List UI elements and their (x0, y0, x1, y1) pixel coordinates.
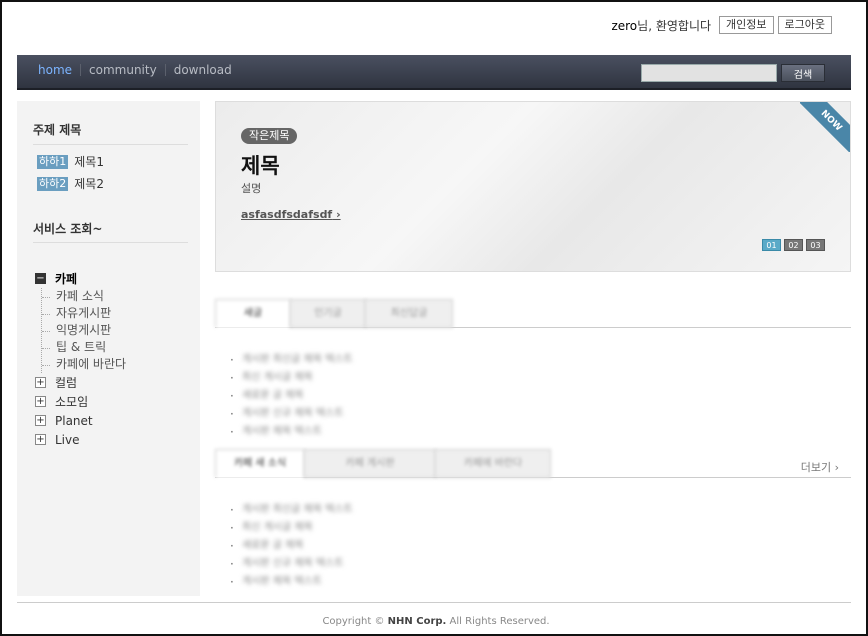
nav-item-community[interactable]: community (80, 64, 165, 76)
footer: Copyright © NHN Corp. All Rights Reserve… (2, 616, 868, 627)
list-item-text: 새로운 글 제목 (242, 540, 304, 551)
tab-cafe-news[interactable]: 카페 새 소식 (215, 449, 305, 478)
logout-button[interactable]: 로그아웃 (777, 16, 832, 34)
list-item-text: 게시판 제목 텍스트 (242, 576, 322, 587)
tree-children: 카페 소식 자유게시판 익명게시판 팁 & 트릭 카페에 바란다 (41, 288, 126, 373)
pager-item-2[interactable]: 02 (784, 239, 803, 251)
post-list-2: 게시판 최신글 제목 텍스트 최신 게시글 제목 새로운 글 제목 게시판 신규… (230, 501, 353, 591)
tree-child[interactable]: 카페 소식 (42, 288, 126, 305)
topic-title: 주제 제목 (33, 123, 82, 137)
list-item[interactable]: 최신 게시글 제목 (230, 519, 353, 537)
list-item-text: 게시판 제목 텍스트 (242, 426, 322, 437)
copyright-text: Copyright © (322, 616, 388, 627)
tab-cafe-request[interactable]: 카페에 바란다 (435, 449, 551, 478)
list-item-text: 게시판 최신글 제목 텍스트 (242, 354, 353, 365)
tree-child[interactable]: 팁 & 트릭 (42, 339, 126, 356)
nav-item-download[interactable]: download (164, 64, 240, 76)
list-item[interactable]: 새로운 글 제목 (230, 537, 353, 555)
tree-node-label: 컬럼 (55, 376, 78, 390)
list-item[interactable]: 게시판 최신글 제목 텍스트 (230, 351, 353, 369)
collapse-icon[interactable]: − (35, 273, 46, 284)
list-item[interactable]: 게시판 신규 제목 텍스트 (230, 555, 353, 573)
list-item-text: 새로운 글 제목 (242, 390, 304, 401)
topic-badge: 하하2 (37, 176, 69, 191)
tab-new[interactable]: 새글 (215, 299, 291, 328)
sidebar: 주제 제목 하하1 제목1 하하2 제목2 서비스 조회~ − 카페 카페 소식… (17, 101, 200, 596)
banner-description: 설명 (241, 182, 262, 195)
service-title: 서비스 조회~ (33, 222, 103, 236)
topic-item-1[interactable]: 하하1 제목1 (37, 153, 104, 170)
topic-item-2[interactable]: 하하2 제목2 (37, 175, 104, 192)
expand-icon[interactable]: + (35, 415, 46, 426)
banner-pager: 01 02 03 (762, 239, 825, 251)
ribbon-label: NOW (818, 108, 844, 134)
tree-child[interactable]: 자유게시판 (42, 305, 126, 322)
divider (33, 242, 188, 243)
list-item[interactable]: 게시판 신규 제목 텍스트 (230, 405, 353, 423)
more-link[interactable]: 더보기 › (801, 459, 839, 475)
expand-icon[interactable]: + (35, 396, 46, 407)
list-item[interactable]: 게시판 제목 텍스트 (230, 573, 353, 591)
topic-label: 제목1 (74, 155, 104, 169)
tab-group-1: 새글 인기글 최신답글 (215, 299, 851, 328)
tab-group-2: 카페 새 소식 카페 게시판 카페에 바란다 더보기 › (215, 449, 851, 478)
tree-child[interactable]: 익명게시판 (42, 322, 126, 339)
page-frame: zero님, 환영합니다 개인정보 로그아웃 home community do… (0, 0, 868, 636)
tree-node-label: Live (55, 432, 80, 447)
pager-item-3[interactable]: 03 (806, 239, 825, 251)
topic-badge: 하하1 (37, 154, 69, 169)
list-item[interactable]: 게시판 제목 텍스트 (230, 423, 353, 441)
tree-node-label: 카페 (55, 272, 78, 286)
tab-cafe-board[interactable]: 카페 게시판 (304, 449, 436, 478)
greeting: 님, 환영합니다 (637, 18, 712, 33)
nav-menu: home community download (38, 64, 240, 76)
username: zero (611, 18, 638, 33)
profile-button[interactable]: 개인정보 (719, 16, 774, 34)
banner-subtitle-pill: 작은제목 (241, 128, 298, 144)
tree-node-group[interactable]: + 소모임 (35, 392, 126, 411)
footer-divider (17, 602, 851, 603)
divider (33, 144, 188, 145)
expand-icon[interactable]: + (35, 377, 46, 388)
now-ribbon: NOW (800, 102, 850, 152)
tree-node-cafe[interactable]: − 카페 (35, 269, 126, 288)
list-item-text: 게시판 최신글 제목 텍스트 (242, 504, 353, 515)
tree-node-label: Planet (55, 413, 93, 428)
featured-banner: 작은제목 제목 설명 asfasdfsdafsdf › NOW 01 02 03 (215, 101, 851, 272)
topic-label: 제목2 (74, 177, 104, 191)
company-name: NHN Corp. (387, 616, 447, 627)
expand-icon[interactable]: + (35, 434, 46, 445)
list-item[interactable]: 새로운 글 제목 (230, 387, 353, 405)
tab-recent-reply[interactable]: 최신답글 (365, 299, 453, 328)
post-list-1: 게시판 최신글 제목 텍스트 최신 게시글 제목 새로운 글 제목 게시판 신규… (230, 351, 353, 441)
tree-node-column[interactable]: + 컬럼 (35, 373, 126, 392)
banner-link-text: asfasdfsdafsdf (241, 208, 333, 221)
list-item[interactable]: 최신 게시글 제목 (230, 369, 353, 387)
search-input[interactable] (641, 64, 777, 82)
list-item[interactable]: 게시판 최신글 제목 텍스트 (230, 501, 353, 519)
top-nav: home community download 검색 (17, 55, 851, 90)
tab-popular[interactable]: 인기글 (290, 299, 366, 328)
welcome-text: zero님, 환영합니다 (611, 17, 711, 34)
rights-text: All Rights Reserved. (446, 616, 550, 627)
search-box: 검색 (641, 64, 825, 82)
tree-child[interactable]: 카페에 바란다 (42, 356, 126, 373)
list-item-text: 게시판 신규 제목 텍스트 (242, 558, 344, 569)
category-tree: − 카페 카페 소식 자유게시판 익명게시판 팁 & 트릭 카페에 바란다 + … (35, 269, 126, 449)
pager-item-1[interactable]: 01 (762, 239, 781, 251)
tree-node-planet[interactable]: + Planet (35, 411, 126, 430)
tree-node-live[interactable]: + Live (35, 430, 126, 449)
list-item-text: 게시판 신규 제목 텍스트 (242, 408, 344, 419)
banner-link[interactable]: asfasdfsdafsdf › (241, 208, 341, 221)
search-button[interactable]: 검색 (781, 64, 825, 82)
tree-node-label: 소모임 (55, 395, 89, 409)
list-item-text: 최신 게시글 제목 (242, 372, 313, 383)
banner-title: 제목 (241, 154, 280, 178)
list-item-text: 최신 게시글 제목 (242, 522, 313, 533)
nav-item-home[interactable]: home (38, 64, 80, 76)
user-bar: zero님, 환영합니다 개인정보 로그아웃 (611, 16, 832, 34)
